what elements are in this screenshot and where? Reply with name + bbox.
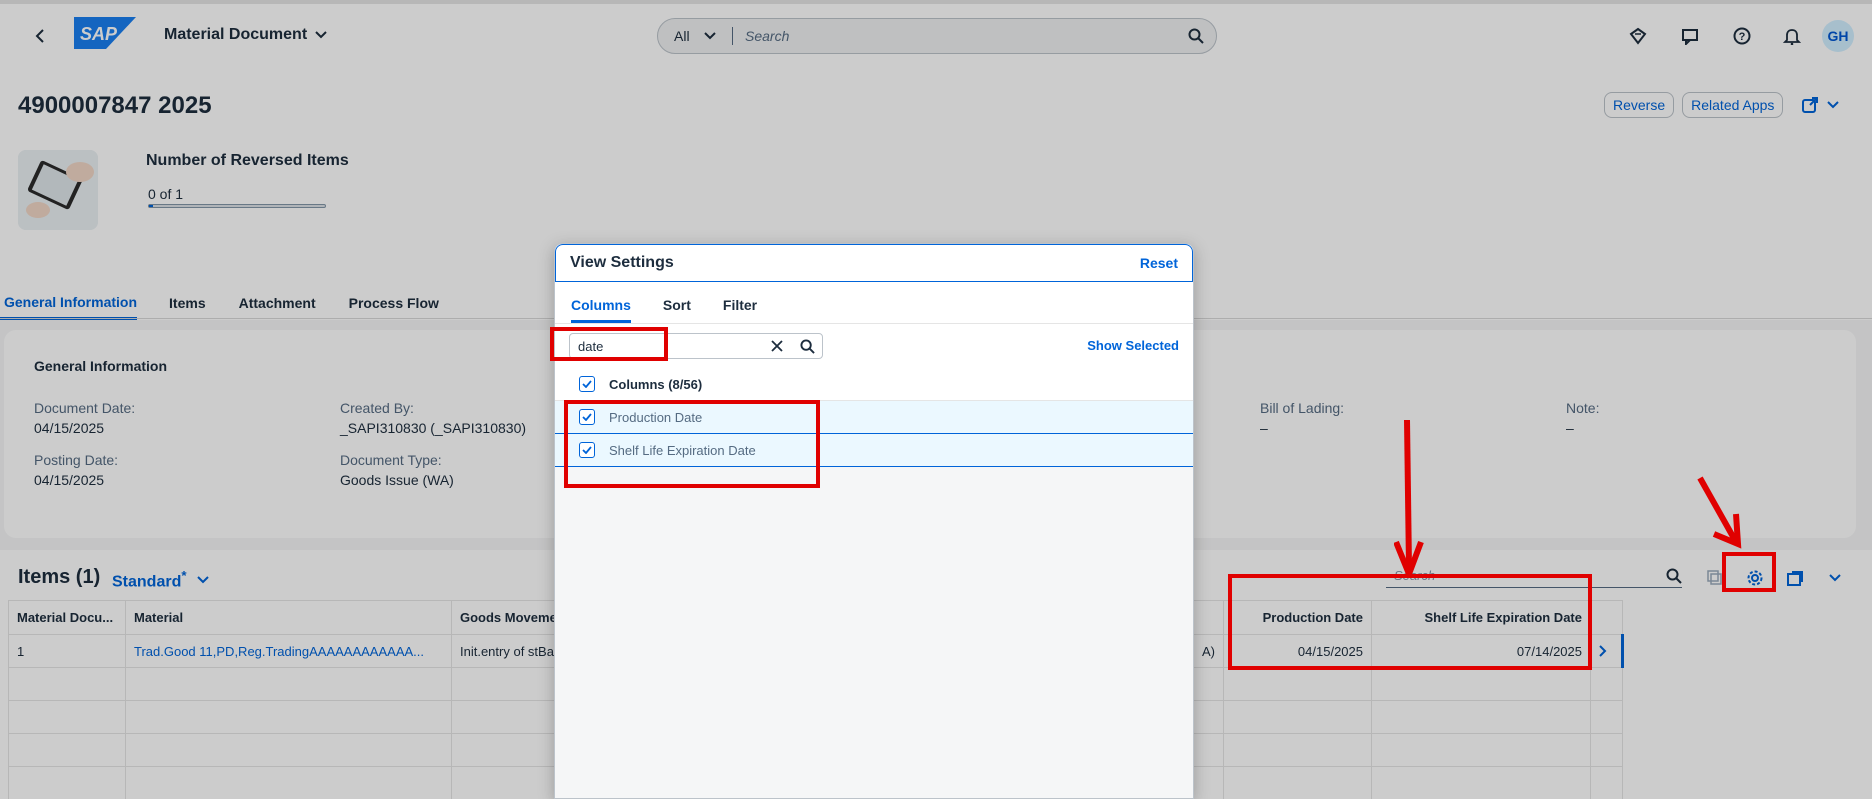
- reset-button[interactable]: Reset: [1140, 255, 1178, 271]
- clear-icon[interactable]: [762, 340, 792, 352]
- checkmark-icon: [582, 380, 592, 388]
- dialog-header: View Settings Reset: [555, 244, 1193, 282]
- annotation-box-gear: [1722, 552, 1776, 592]
- select-all-checkbox[interactable]: [579, 376, 595, 392]
- annotation-arrow-diagonal-icon: [1697, 476, 1742, 549]
- tab-columns[interactable]: Columns: [571, 297, 631, 323]
- search-icon[interactable]: [792, 338, 822, 354]
- annotation-box-columns: [1228, 574, 1592, 670]
- annotation-box-search: [550, 327, 668, 361]
- tab-filter[interactable]: Filter: [723, 297, 757, 323]
- columns-count-label: Columns (8/56): [609, 376, 703, 392]
- annotation-box-options: [564, 400, 820, 488]
- annotation-arrow-down-icon: [1394, 419, 1424, 578]
- dialog-tabs: Columns Sort Filter: [555, 282, 1193, 324]
- columns-select-all-row[interactable]: Columns (8/56): [555, 368, 1193, 401]
- tab-sort[interactable]: Sort: [663, 297, 691, 323]
- dialog-title: View Settings: [570, 254, 674, 271]
- show-selected-button[interactable]: Show Selected: [1087, 338, 1179, 353]
